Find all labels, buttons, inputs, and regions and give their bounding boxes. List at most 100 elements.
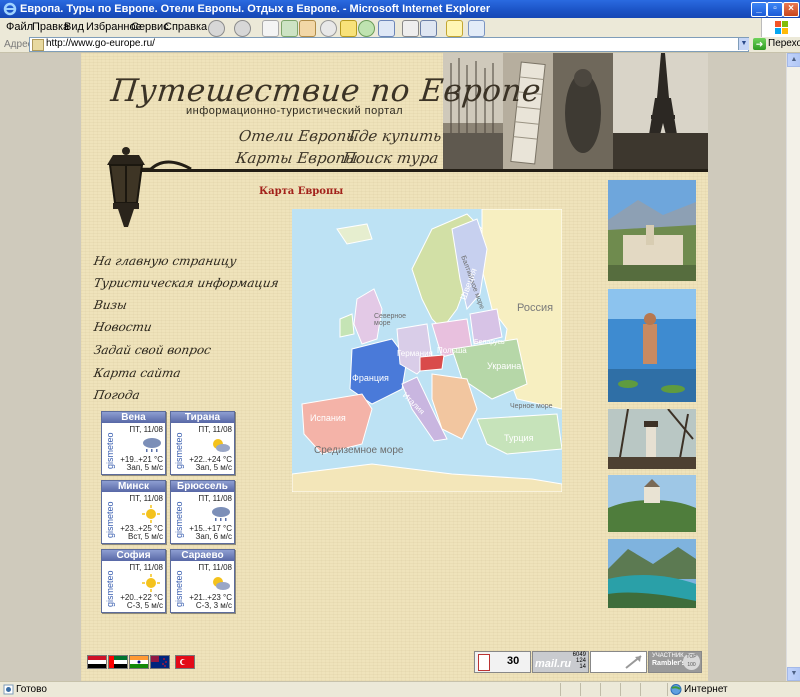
svg-text:gismeteo: gismeteo bbox=[174, 432, 184, 469]
weather-city: Тирана bbox=[171, 412, 234, 423]
nav-tourist-info[interactable]: Туристическая информация bbox=[93, 276, 280, 290]
svg-text:gismeteo: gismeteo bbox=[105, 432, 115, 469]
back-icon[interactable] bbox=[208, 20, 225, 37]
rambler-line2: Rambler's bbox=[652, 660, 686, 667]
weather-wind: С-З, 5 м/с bbox=[126, 601, 163, 610]
svg-text:gismeteo: gismeteo bbox=[105, 501, 115, 538]
map-label-turkey[interactable]: Турция bbox=[504, 433, 533, 443]
browser-viewport: Путешествие по Европе информационно-тури… bbox=[0, 53, 786, 681]
counter-hotlog[interactable]: 30 bbox=[474, 651, 531, 673]
ie-logo-icon bbox=[3, 2, 17, 16]
weather-wind: Зап, 5 м/с bbox=[195, 463, 232, 472]
address-input[interactable]: http://www.go-europe.ru/ bbox=[29, 37, 749, 52]
print-icon[interactable] bbox=[402, 20, 419, 37]
scroll-up-icon[interactable]: ▲ bbox=[787, 53, 800, 67]
window-titlebar[interactable]: Европа. Туры по Европе. Отели Европы. От… bbox=[0, 0, 800, 18]
weather-date: ПТ, 11/08 bbox=[129, 494, 163, 503]
menu-help[interactable]: Справка bbox=[164, 21, 207, 33]
weather-widget-vienna[interactable]: Вена gismeteo ПТ, 11/08 +19..+21 °C Зап,… bbox=[101, 411, 166, 475]
web-page: Путешествие по Европе информационно-тури… bbox=[81, 53, 708, 681]
site-logo[interactable]: Путешествие по Европе bbox=[109, 73, 543, 109]
discuss-icon[interactable] bbox=[446, 20, 463, 37]
weather-widget-brussels[interactable]: Брюссель gismeteo ПТ, 11/08 +15..+17 °C … bbox=[170, 480, 235, 544]
nav-sitemap[interactable]: Карта сайта bbox=[93, 366, 182, 380]
mail-icon[interactable] bbox=[378, 20, 395, 37]
flag-uae-icon[interactable] bbox=[108, 655, 128, 669]
minimize-button[interactable]: _ bbox=[751, 2, 767, 17]
media-icon[interactable] bbox=[358, 20, 375, 37]
go-button[interactable]: Переход bbox=[768, 38, 800, 49]
weather-date: ПТ, 11/08 bbox=[129, 563, 163, 572]
weather-widget-sarajevo[interactable]: Сараево gismeteo ПТ, 11/08 +21..+23 °C С… bbox=[170, 549, 235, 613]
weather-date: ПТ, 11/08 bbox=[129, 425, 163, 434]
nav-weather[interactable]: Погода bbox=[93, 388, 141, 402]
counter-rambler-top100[interactable]: УЧАСТНИК Rambler's TOP 100 bbox=[648, 651, 702, 673]
weather-widget-tirana[interactable]: Тирана gismeteo ПТ, 11/08 +22..+24 °C За… bbox=[170, 411, 235, 475]
counter-mail-ru[interactable]: mail.ru 6049 124 14 bbox=[532, 651, 589, 673]
photo-mountain-lake[interactable] bbox=[608, 539, 696, 608]
nav-hotels[interactable]: Отели Европы bbox=[238, 127, 360, 145]
go-arrow-icon[interactable]: ➜ bbox=[753, 38, 766, 50]
weather-widget-sofia[interactable]: София gismeteo ПТ, 11/08 +20..+22 °C С-З… bbox=[101, 549, 166, 613]
address-dropdown-icon[interactable]: ▼ bbox=[738, 38, 749, 50]
flag-new-zealand-icon[interactable] bbox=[150, 655, 170, 669]
map-label-north-sea: Северное море bbox=[374, 313, 407, 327]
europe-map[interactable]: Россия Северное море Балтийское море Шве… bbox=[292, 209, 562, 492]
flag-turkey-icon[interactable] bbox=[175, 655, 195, 669]
nav-ask-question[interactable]: Задай свой вопрос bbox=[93, 343, 212, 357]
counter-liveinternet[interactable] bbox=[590, 651, 647, 673]
status-divider bbox=[620, 683, 621, 696]
map-label-russia[interactable]: Россия bbox=[517, 302, 553, 314]
edit-icon[interactable] bbox=[420, 20, 437, 37]
status-text: Готово bbox=[16, 684, 47, 695]
mail-ru-logo: mail.ru bbox=[535, 658, 572, 670]
sun-icon bbox=[142, 505, 160, 523]
close-button[interactable]: × bbox=[783, 2, 799, 17]
flag-egypt-icon[interactable] bbox=[87, 655, 107, 669]
menu-view[interactable]: Вид bbox=[64, 21, 84, 33]
svg-text:gismeteo: gismeteo bbox=[174, 570, 184, 607]
window-title: Европа. Туры по Европе. Отели Европы. От… bbox=[20, 3, 491, 15]
map-label-france[interactable]: Франция bbox=[352, 373, 389, 383]
flag-india-icon[interactable] bbox=[129, 655, 149, 669]
map-label-germany[interactable]: Германия bbox=[397, 349, 433, 358]
nav-where-to-buy[interactable]: Где купить bbox=[348, 127, 443, 145]
refresh-icon[interactable] bbox=[281, 20, 298, 37]
nav-home[interactable]: На главную страницу bbox=[93, 254, 238, 268]
map-label-ukraine[interactable]: Украина bbox=[487, 361, 521, 371]
home-icon[interactable] bbox=[299, 20, 316, 37]
maximize-button[interactable]: ▫ bbox=[767, 2, 783, 17]
map-label-belarus[interactable]: Беларусь bbox=[474, 339, 505, 346]
menu-file[interactable]: Файл bbox=[6, 21, 33, 33]
liveinternet-arrow-icon bbox=[625, 655, 642, 669]
address-url[interactable]: http://www.go-europe.ru/ bbox=[46, 38, 155, 49]
weather-city: Вена bbox=[102, 412, 165, 423]
map-title[interactable]: Карта Европы bbox=[259, 186, 343, 197]
internet-globe-icon bbox=[670, 684, 682, 695]
messenger-icon[interactable] bbox=[468, 20, 485, 37]
photo-lake-swimmer[interactable] bbox=[608, 289, 696, 402]
nav-news[interactable]: Новости bbox=[93, 320, 153, 334]
photo-castle[interactable] bbox=[608, 475, 696, 532]
stop-icon[interactable] bbox=[262, 20, 279, 37]
weather-city: Минск bbox=[102, 481, 165, 492]
nav-visas[interactable]: Визы bbox=[93, 298, 128, 312]
photo-lighthouse[interactable] bbox=[608, 409, 696, 469]
gismeteo-logo-icon: gismeteo bbox=[105, 432, 115, 469]
photo-salzburg[interactable] bbox=[608, 180, 696, 281]
weather-widget-minsk[interactable]: Минск gismeteo ПТ, 11/08 +23..+25 °C Вст… bbox=[101, 480, 166, 544]
scroll-down-icon[interactable]: ▼ bbox=[787, 667, 800, 681]
map-label-spain[interactable]: Испания bbox=[310, 413, 346, 423]
nav-maps[interactable]: Карты Европы bbox=[235, 149, 359, 167]
status-divider bbox=[600, 683, 601, 696]
favorites-star-icon[interactable] bbox=[340, 20, 357, 37]
weather-city: Сараево bbox=[171, 550, 234, 561]
vertical-scrollbar[interactable]: ▲ ▼ bbox=[786, 53, 800, 681]
search-icon[interactable] bbox=[320, 20, 337, 37]
weather-wind: Зап, 6 м/с bbox=[195, 532, 232, 541]
weather-date: ПТ, 11/08 bbox=[198, 563, 232, 572]
forward-icon[interactable] bbox=[234, 20, 251, 37]
nav-tour-search[interactable]: Поиск тура bbox=[342, 149, 440, 167]
weather-city: Брюссель bbox=[171, 481, 234, 492]
map-label-poland[interactable]: Польша bbox=[437, 346, 467, 355]
